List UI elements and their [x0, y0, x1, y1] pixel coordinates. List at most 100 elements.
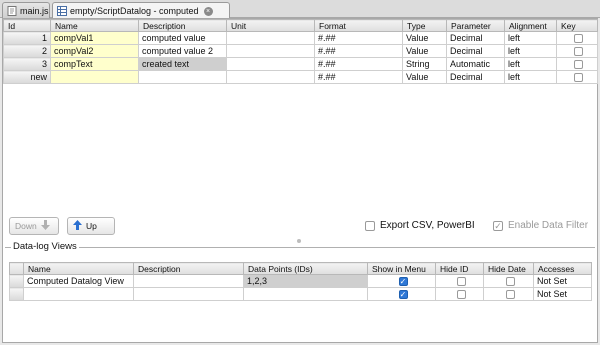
close-tab-icon[interactable]: ×: [203, 6, 213, 16]
name-cell[interactable]: compVal1: [50, 31, 139, 45]
column-header-key[interactable]: Key: [556, 19, 598, 32]
format-cell[interactable]: #.##: [314, 70, 403, 84]
row-id-cell[interactable]: new: [3, 70, 51, 84]
row-id-cell[interactable]: 1: [3, 31, 51, 45]
table-row[interactable]: 2 compVal2 computed value 2 #.## Value D…: [3, 44, 598, 58]
column-header-unit[interactable]: Unit: [226, 19, 315, 32]
format-cell[interactable]: #.##: [314, 44, 403, 58]
splitter-handle-icon[interactable]: [297, 239, 301, 243]
tab-main-js[interactable]: main.js: [2, 2, 50, 18]
row-selector[interactable]: [9, 274, 24, 288]
table-row[interactable]: ✓ Not Set: [9, 287, 592, 301]
hide-date-checkbox[interactable]: [505, 276, 515, 286]
datalog-editor: Id Name Description Unit Format Type Par…: [2, 18, 598, 343]
data-filter-checkbox[interactable]: ✓: [493, 220, 503, 231]
column-header-name[interactable]: Name: [50, 19, 139, 32]
row-selector[interactable]: [9, 287, 24, 301]
hide-date-checkbox[interactable]: [505, 289, 515, 299]
description-cell[interactable]: created text: [138, 57, 227, 71]
parameter-cell[interactable]: Automatic: [446, 57, 505, 71]
accesses-cell[interactable]: Not Set: [533, 274, 592, 288]
column-header-show-in-menu[interactable]: Show in Menu: [367, 262, 436, 275]
view-description-cell[interactable]: [133, 287, 244, 301]
parameter-cell[interactable]: Decimal: [446, 44, 505, 58]
parameter-cell[interactable]: Decimal: [446, 70, 505, 84]
name-cell[interactable]: compText: [50, 57, 139, 71]
views-header-row: Name Description Data Points (IDs) Show …: [9, 262, 592, 275]
key-cell: [556, 31, 598, 45]
table-row[interactable]: 3 compText created text #.## String Auto…: [3, 57, 598, 71]
column-header-parameter[interactable]: Parameter: [446, 19, 505, 32]
export-csv-checkbox[interactable]: [365, 220, 375, 231]
key-checkbox[interactable]: [574, 33, 583, 43]
description-cell[interactable]: [138, 70, 227, 84]
views-table: Name Description Data Points (IDs) Show …: [9, 262, 592, 301]
unit-cell[interactable]: [226, 70, 315, 84]
js-file-icon: [7, 5, 17, 16]
key-checkbox[interactable]: [574, 59, 583, 69]
tab-script-datalog[interactable]: empty/ScriptDatalog - computed ×: [52, 2, 230, 19]
view-data-points-cell[interactable]: [243, 287, 368, 301]
view-data-points-cell[interactable]: 1,2,3: [243, 274, 368, 288]
description-cell[interactable]: computed value: [138, 31, 227, 45]
show-in-menu-checkbox[interactable]: ✓: [398, 289, 408, 299]
move-down-button[interactable]: Down: [9, 217, 59, 235]
show-in-menu-checkbox[interactable]: ✓: [398, 276, 408, 286]
unit-cell[interactable]: [226, 44, 315, 58]
show-in-menu-cell: ✓: [367, 287, 436, 301]
type-cell[interactable]: Value: [402, 70, 447, 84]
table-row[interactable]: 1 compVal1 computed value #.## Value Dec…: [3, 31, 598, 45]
key-checkbox[interactable]: [574, 72, 583, 82]
column-header-id[interactable]: Id: [3, 19, 51, 32]
type-cell[interactable]: Value: [402, 44, 447, 58]
format-cell[interactable]: #.##: [314, 31, 403, 45]
row-id-cell[interactable]: 2: [3, 44, 51, 58]
alignment-cell[interactable]: left: [504, 70, 557, 84]
view-name-cell[interactable]: [23, 287, 134, 301]
datalog-views-panel: Data-log Views Name Description Data Poi…: [5, 241, 595, 340]
unit-cell[interactable]: [226, 31, 315, 45]
hide-id-checkbox[interactable]: [456, 289, 466, 299]
name-cell[interactable]: compVal2: [50, 44, 139, 58]
hide-id-checkbox[interactable]: [456, 276, 466, 286]
description-cell[interactable]: computed value 2: [138, 44, 227, 58]
data-filter-option[interactable]: ✓ Enable Data Filter: [493, 220, 588, 231]
column-header-name[interactable]: Name: [23, 262, 134, 275]
column-header-accesses[interactable]: Accesses: [533, 262, 592, 275]
column-header-description[interactable]: Description: [138, 19, 227, 32]
unit-cell[interactable]: [226, 57, 315, 71]
arrow-up-icon: [73, 220, 82, 232]
column-header-data-points[interactable]: Data Points (IDs): [243, 262, 368, 275]
column-header-hide-id[interactable]: Hide ID: [435, 262, 484, 275]
view-name-cell[interactable]: Computed Datalog View: [23, 274, 134, 288]
move-up-label: Up: [86, 221, 97, 231]
column-header-alignment[interactable]: Alignment: [504, 19, 557, 32]
table-row-new[interactable]: new #.## Value Decimal left: [3, 70, 598, 84]
type-cell[interactable]: Value: [402, 31, 447, 45]
view-description-cell[interactable]: [133, 274, 244, 288]
type-cell[interactable]: String: [402, 57, 447, 71]
name-cell[interactable]: [50, 70, 139, 84]
hide-date-cell: [483, 274, 534, 288]
column-header-hide-date[interactable]: Hide Date: [483, 262, 534, 275]
column-header-description[interactable]: Description: [133, 262, 244, 275]
alignment-cell[interactable]: left: [504, 44, 557, 58]
tab-label: main.js: [20, 5, 49, 16]
key-cell: [556, 70, 598, 84]
table-row[interactable]: Computed Datalog View 1,2,3 ✓ Not Set: [9, 274, 592, 288]
datalog-views-legend: Data-log Views: [11, 241, 79, 252]
alignment-cell[interactable]: left: [504, 57, 557, 71]
alignment-cell[interactable]: left: [504, 31, 557, 45]
move-up-button[interactable]: Up: [67, 217, 115, 235]
show-in-menu-cell: ✓: [367, 274, 436, 288]
column-header-type[interactable]: Type: [402, 19, 447, 32]
format-cell[interactable]: #.##: [314, 57, 403, 71]
hide-id-cell: [435, 274, 484, 288]
accesses-cell[interactable]: Not Set: [533, 287, 592, 301]
key-checkbox[interactable]: [574, 46, 583, 56]
export-csv-option[interactable]: Export CSV, PowerBI: [365, 220, 475, 231]
column-header-format[interactable]: Format: [314, 19, 403, 32]
row-id-cell[interactable]: 3: [3, 57, 51, 71]
column-header-row-selector: [9, 262, 24, 275]
parameter-cell[interactable]: Decimal: [446, 31, 505, 45]
